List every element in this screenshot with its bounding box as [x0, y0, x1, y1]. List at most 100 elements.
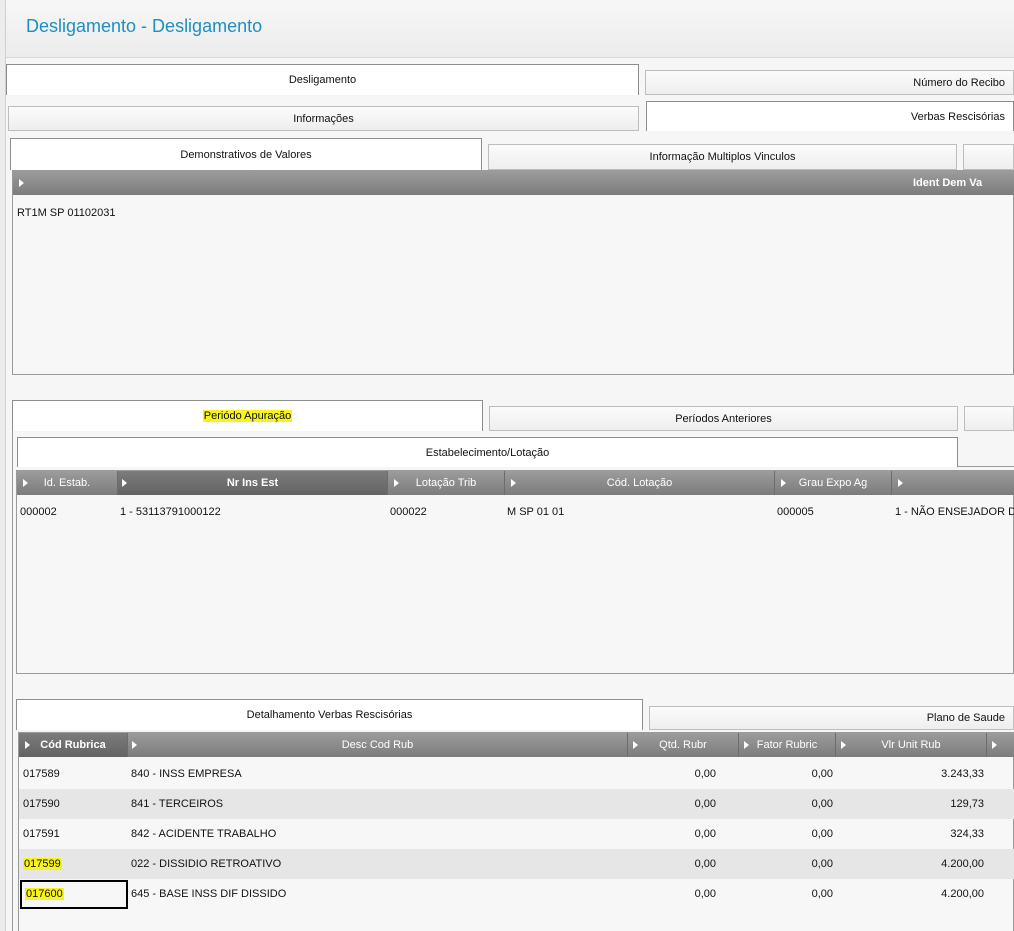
column-label: Fator Rubric [756, 739, 818, 751]
cell-vlr-unit-rub[interactable]: 4.200,00 [836, 858, 984, 870]
sort-arrow-icon [841, 741, 846, 749]
grid-header: Ident Dem Va [13, 171, 1014, 195]
table-row[interactable]: 017600 645 - BASE INSS DIF DISSIDO 0,00 … [19, 879, 1014, 909]
cell-qtd-rubr[interactable]: 0,00 [628, 858, 716, 870]
sort-arrow-icon [511, 479, 516, 487]
sort-arrow-icon [744, 741, 749, 749]
sort-arrow-icon [23, 479, 28, 487]
column-label: Nr Ins Est [226, 477, 279, 489]
sort-arrow-icon [898, 479, 903, 487]
column-label: Grau Expo Ag [798, 477, 868, 489]
grid-header: Cód Rubrica Desc Cod Rub Qtd. Rubr Fator… [19, 733, 1014, 757]
cell-fator-rubric[interactable]: 0,00 [739, 828, 833, 840]
cell-cod-lotacao[interactable]: M SP 01 01 [507, 506, 564, 518]
cell-fator-rubric[interactable]: 0,00 [739, 798, 833, 810]
cell-fator-rubric[interactable]: 0,00 [739, 888, 833, 900]
cell-lotacao-trib[interactable]: 000022 [390, 506, 427, 518]
tab-label: Verbas Rescisórias [910, 110, 1005, 123]
tab-divider [958, 466, 1014, 467]
column-label: Desc Cod Rub [341, 739, 414, 751]
sort-arrow-icon [25, 741, 30, 749]
tab-demonstrativos-de-valores[interactable]: Demonstrativos de Valores [10, 138, 482, 170]
highlighted-text: 017599 [23, 858, 62, 870]
cell-desc-cod-rub[interactable]: 841 - TERCEIROS [131, 798, 223, 810]
cell-fator-rubric[interactable]: 0,00 [739, 768, 833, 780]
table-row[interactable]: 017590 841 - TERCEIROS 0,00 0,00 129,73 [19, 789, 1014, 819]
tab-overflow[interactable] [963, 144, 1014, 170]
tab-plano-de-saude[interactable]: Plano de Saude [649, 706, 1014, 730]
column-header-qtd-rubr[interactable]: Qtd. Rubr [628, 733, 739, 757]
cell-vlr-unit-rub[interactable]: 3.243,33 [836, 768, 984, 780]
left-border [0, 0, 6, 931]
cell-ident-dem-va[interactable]: RT1M SP 01102031 [17, 207, 115, 219]
tab-overflow[interactable] [964, 406, 1014, 431]
tab-label: Número do Recibo [913, 76, 1005, 89]
tab-periodos-anteriores[interactable]: Períodos Anteriores [489, 406, 958, 431]
cell-vlr-unit-rub[interactable]: 324,33 [836, 828, 984, 840]
cell-nr-ins-est[interactable]: 1 - 53113791000122 [120, 506, 221, 518]
tab-detalhamento-verbas-rescisorias[interactable]: Detalhamento Verbas Rescisórias [16, 699, 643, 730]
cell-grau-expo-ag[interactable]: 000005 [777, 506, 814, 518]
column-header-id-estab[interactable]: Id. Estab. [17, 471, 118, 495]
cell-id-estab[interactable]: 000002 [20, 506, 57, 518]
column-header-extra[interactable] [892, 471, 1014, 495]
column-label: Cód. Lotação [606, 477, 673, 489]
column-header-lotacao-trib[interactable]: Lotação Trib [388, 471, 505, 495]
table-row[interactable]: 017599 022 - DISSIDIO RETROATIVO 0,00 0,… [19, 849, 1014, 879]
cell-qtd-rubr[interactable]: 0,00 [628, 828, 716, 840]
tab-label: Demonstrativos de Valores [180, 148, 312, 161]
estabelecimento-grid: Id. Estab. Nr Ins Est Lotação Trib Cód. … [16, 470, 1014, 674]
tab-verbas-rescisorias[interactable]: Verbas Rescisórias [646, 101, 1014, 131]
demonstrativos-grid: Ident Dem Va RT1M SP 01102031 [12, 170, 1014, 375]
detalhamento-grid: Cód Rubrica Desc Cod Rub Qtd. Rubr Fator… [18, 732, 1014, 931]
cell-fator-rubric[interactable]: 0,00 [739, 858, 833, 870]
tab-label: Detalhamento Verbas Rescisórias [246, 709, 413, 721]
tab-desligamento[interactable]: Desligamento [6, 64, 639, 95]
tab-label: Plano de Saude [926, 712, 1005, 724]
cell-cod-rubrica[interactable]: 017590 [23, 798, 60, 810]
column-header-grau-expo-ag[interactable]: Grau Expo Ag [775, 471, 892, 495]
sort-arrow-icon [781, 479, 786, 487]
column-header-cod-lotacao[interactable]: Cód. Lotação [505, 471, 775, 495]
column-header-cod-rubrica[interactable]: Cód Rubrica [19, 733, 128, 757]
cell-desc-cod-rub[interactable]: 842 - ACIDENTE TRABALHO [131, 828, 276, 840]
column-header-fator-rubric[interactable]: Fator Rubric [739, 733, 836, 757]
table-row[interactable]: 017589 840 - INSS EMPRESA 0,00 0,00 3.24… [19, 759, 1014, 789]
tab-estabelecimento-lotacao[interactable]: Estabelecimento/Lotação [17, 437, 958, 467]
sort-arrow-icon [633, 741, 638, 749]
cell-qtd-rubr[interactable]: 0,00 [628, 888, 716, 900]
cell-desc-cod-rub[interactable]: 022 - DISSIDIO RETROATIVO [131, 858, 281, 870]
tab-label: Informações [293, 112, 354, 125]
column-label: Vlr Unit Rub [881, 739, 941, 751]
cell-extra[interactable]: 1 - NÃO ENSEJADOR DE [895, 506, 1014, 518]
tab-label: Periódo Apuração [202, 410, 293, 422]
table-row[interactable]: 017591 842 - ACIDENTE TRABALHO 0,00 0,00… [19, 819, 1014, 849]
cell-cod-rubrica[interactable]: 017589 [23, 768, 60, 780]
column-header-ident-dem-va[interactable]: Ident Dem Va [883, 171, 1014, 195]
sort-arrow-icon [992, 741, 997, 749]
cell-desc-cod-rub[interactable]: 645 - BASE INSS DIF DISSIDO [131, 888, 286, 900]
tab-informacoes[interactable]: Informações [8, 106, 639, 131]
tab-numero-do-recibo[interactable]: Número do Recibo [645, 70, 1014, 95]
column-header-nr-ins-est[interactable]: Nr Ins Est [118, 471, 388, 495]
cell-vlr-unit-rub[interactable]: 4.200,00 [836, 888, 984, 900]
sort-arrow-icon [394, 479, 399, 487]
tab-periodo-apuracao[interactable]: Periódo Apuração [12, 400, 483, 431]
cell-desc-cod-rub[interactable]: 840 - INSS EMPRESA [131, 768, 242, 780]
column-header-more[interactable] [987, 733, 1014, 757]
column-header-vlr-unit-rub[interactable]: Vlr Unit Rub [836, 733, 987, 757]
cell-qtd-rubr[interactable]: 0,00 [628, 768, 716, 780]
cell-cod-rubrica[interactable]: 017591 [23, 828, 60, 840]
tab-informacao-multiplos-vinculos[interactable]: Informação Multiplos Vinculos [488, 144, 957, 170]
column-header-desc-cod-rub[interactable]: Desc Cod Rub [128, 733, 628, 757]
tab-label: Estabelecimento/Lotação [425, 446, 550, 459]
cell-cod-rubrica[interactable]: 017599 [23, 858, 62, 870]
column-label: Cód Rubrica [40, 739, 106, 751]
cell-vlr-unit-rub[interactable]: 129,73 [836, 798, 984, 810]
sort-arrow-icon [132, 741, 137, 749]
table-row[interactable]: 000002 1 - 53113791000122 000022 M SP 01… [17, 497, 1014, 527]
sort-arrow-icon [122, 479, 127, 487]
cell-cod-rubrica[interactable]: 017600 [25, 888, 64, 900]
cell-qtd-rubr[interactable]: 0,00 [628, 798, 716, 810]
expand-arrow-icon[interactable] [19, 179, 24, 187]
